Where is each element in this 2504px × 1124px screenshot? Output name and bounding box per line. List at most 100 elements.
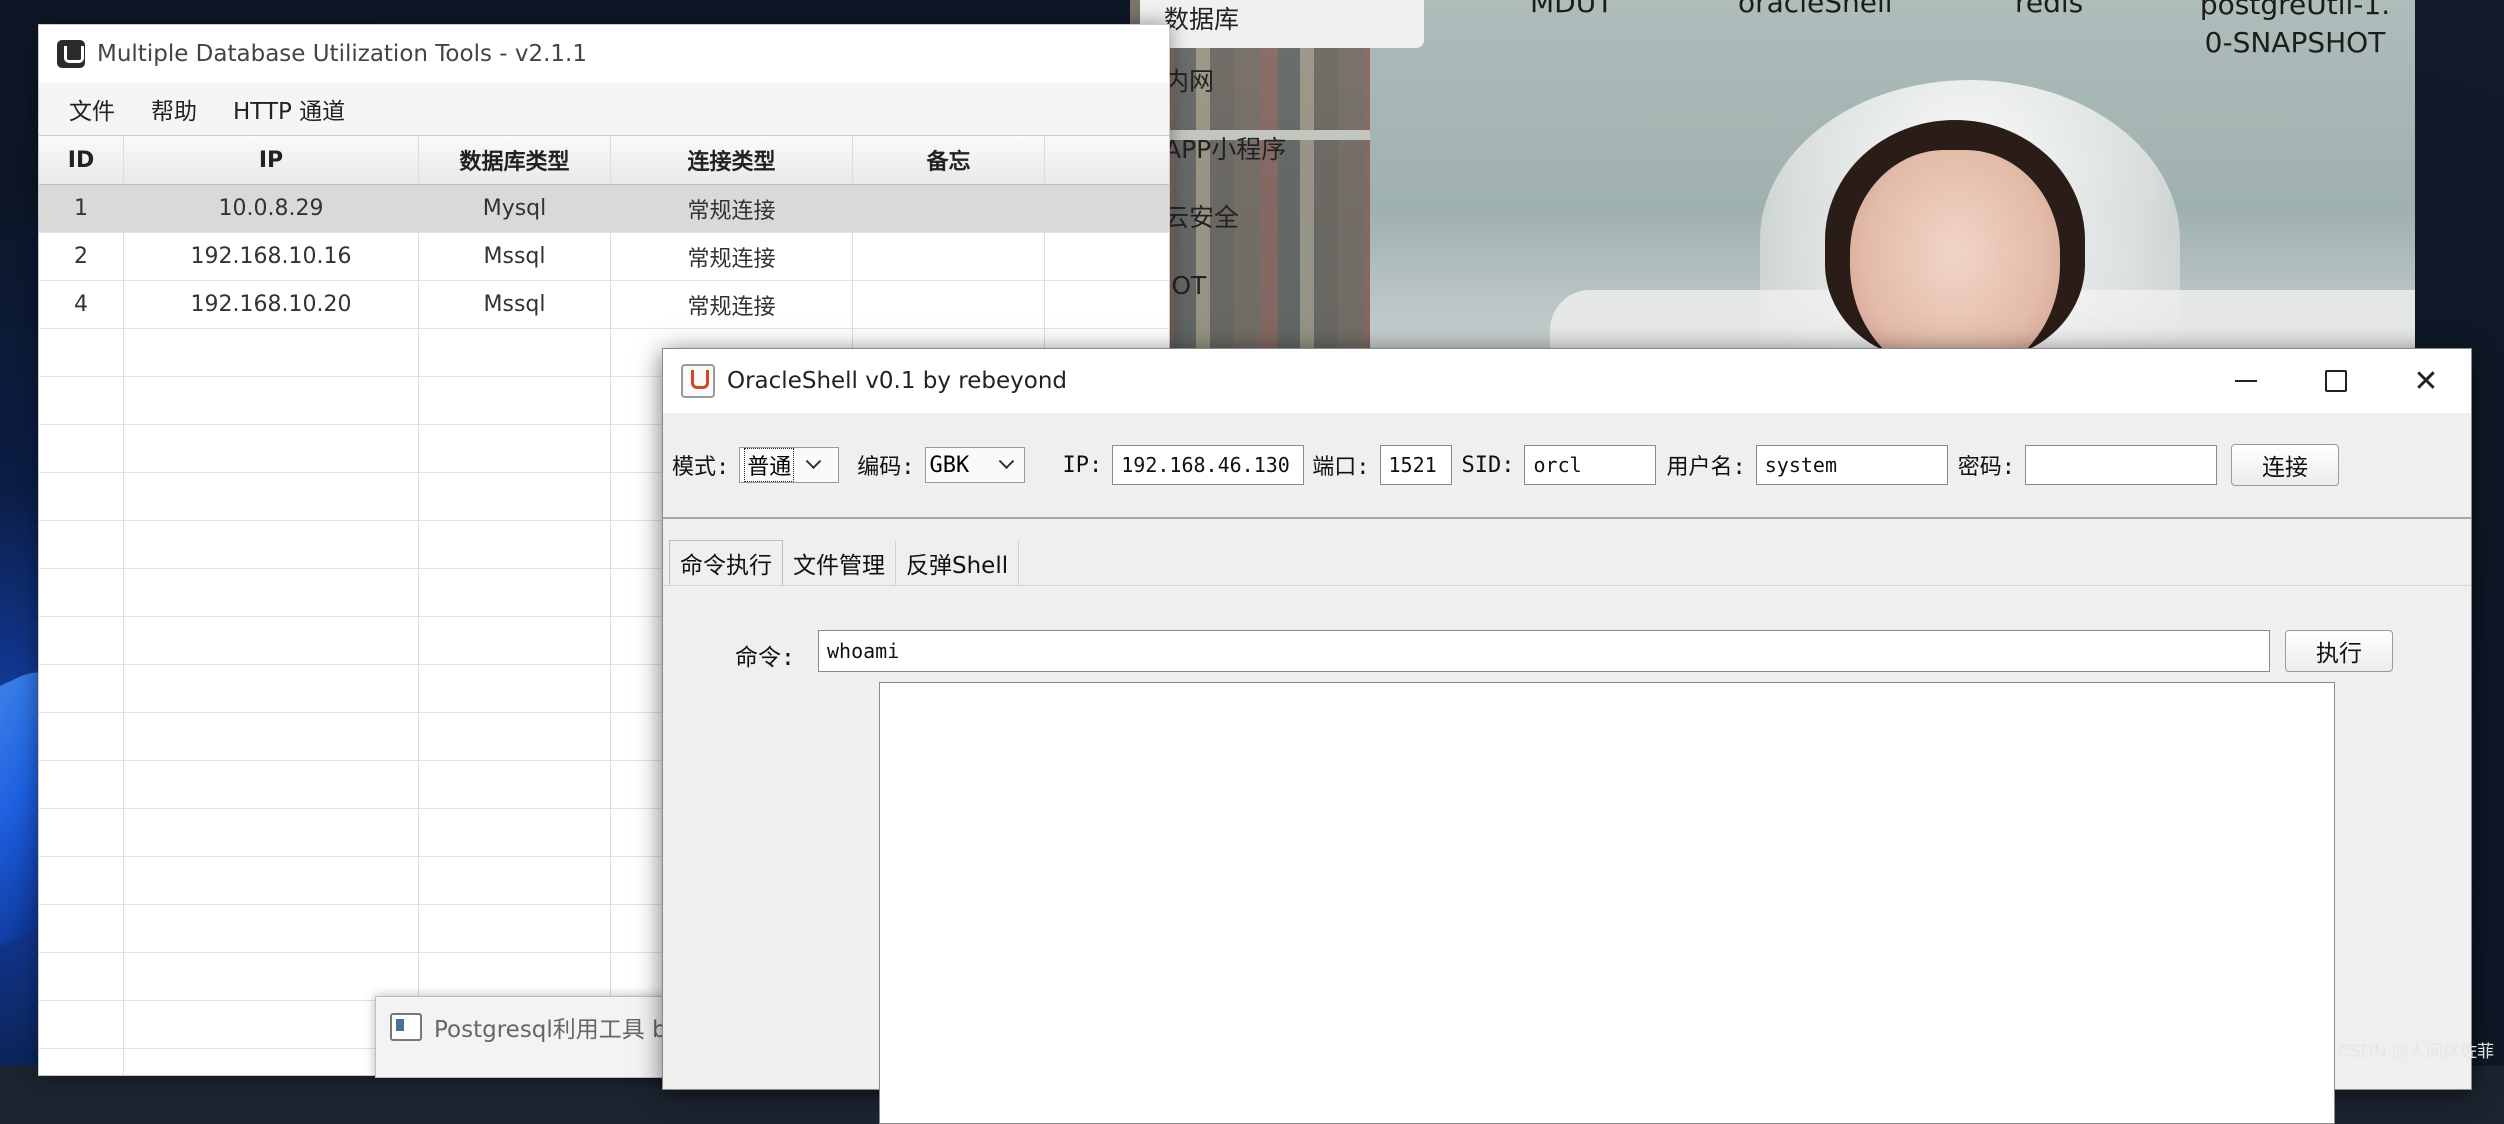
col-header-conn-type[interactable]: 连接类型	[611, 136, 853, 184]
cell-empty	[419, 713, 611, 760]
table-row[interactable]: 4 192.168.10.20 Mssql 常规连接	[39, 281, 1169, 329]
password-input[interactable]	[2024, 445, 2217, 485]
postgresql-title-text: Postgresql利用工具 b	[434, 1017, 667, 1043]
bg-snapshot-line-2: 0-SNAPSHOT	[2204, 26, 2386, 59]
mdut-app-icon	[57, 40, 85, 68]
mode-select-value: 普通	[744, 448, 795, 482]
cell-empty	[419, 905, 611, 952]
cell-empty	[124, 617, 419, 664]
bg-snapshot-label: postgreUtil-1. 0-SNAPSHOT	[2180, 0, 2410, 62]
oracleshell-title-bar[interactable]: OracleShell v0.1 by rebeyond ✕	[663, 349, 2471, 413]
col-header-db-type[interactable]: 数据库类型	[419, 136, 611, 184]
col-header-note[interactable]: 备忘	[853, 136, 1045, 184]
minimize-icon[interactable]	[2201, 349, 2291, 413]
cell-empty	[419, 521, 611, 568]
cell-empty	[39, 665, 124, 712]
cell-empty	[419, 377, 611, 424]
cell-ip: 10.0.8.29	[124, 185, 419, 232]
ip-input[interactable]	[1112, 445, 1305, 485]
cell-empty	[419, 473, 611, 520]
cell-empty	[124, 953, 419, 1000]
cell-ip: 192.168.10.16	[124, 233, 419, 280]
csdn-watermark: CSDN @人间体佐菲	[2338, 1042, 2494, 1062]
encoding-label: 编码:	[857, 455, 915, 480]
col-header-filler	[1045, 136, 1169, 184]
cell-id: 1	[39, 185, 124, 232]
cell-empty	[39, 521, 124, 568]
close-icon[interactable]: ✕	[2381, 349, 2471, 413]
window-controls: ✕	[2201, 349, 2471, 413]
ip-label: IP:	[1062, 452, 1103, 478]
cell-empty	[419, 761, 611, 808]
tab-reverse-shell[interactable]: 反弹Shell	[896, 541, 1020, 585]
cell-empty	[419, 569, 611, 616]
cell-id: 2	[39, 233, 124, 280]
cell-empty	[419, 617, 611, 664]
bg-snapshot-line-1: postgreUtil-1.	[2199, 0, 2391, 21]
cell-empty	[419, 857, 611, 904]
cell-empty	[39, 713, 124, 760]
cell-empty	[419, 665, 611, 712]
menu-http-tunnel[interactable]: HTTP 通道	[215, 92, 363, 126]
connect-button[interactable]: 连接	[2230, 444, 2339, 486]
cell-empty	[39, 905, 124, 952]
cell-note	[853, 185, 1045, 232]
bg-menu-item-intranet[interactable]: 内网	[1140, 48, 1440, 116]
oracleshell-title-text: OracleShell v0.1 by rebeyond	[727, 368, 1067, 394]
cell-empty	[39, 857, 124, 904]
oracleshell-window: OracleShell v0.1 by rebeyond ✕ 模式: 普通 编码…	[662, 348, 2472, 1124]
menu-help[interactable]: 帮助	[133, 92, 215, 126]
chevron-down-icon	[802, 454, 824, 476]
cell-empty	[124, 857, 419, 904]
cell-empty	[39, 761, 124, 808]
encoding-select-value: GBK	[929, 452, 970, 478]
cell-empty	[39, 473, 124, 520]
mode-label: 模式:	[672, 455, 730, 480]
cell-filler	[1045, 233, 1169, 280]
execute-button[interactable]: 执行	[2285, 630, 2393, 672]
mdut-title-bar[interactable]: Multiple Database Utilization Tools - v2…	[39, 25, 1169, 83]
command-label: 命令:	[735, 645, 795, 671]
cell-conn-type: 常规连接	[611, 185, 853, 232]
cell-empty	[124, 473, 419, 520]
port-input[interactable]	[1379, 445, 1452, 485]
sid-input[interactable]	[1524, 445, 1657, 485]
username-input[interactable]	[1755, 445, 1948, 485]
cell-empty	[39, 329, 124, 376]
bg-column-redis: redis	[2015, 0, 2084, 19]
cell-empty	[419, 953, 611, 1000]
col-header-ip[interactable]: IP	[124, 136, 419, 184]
cell-empty	[39, 1049, 124, 1075]
bg-menu-item-database[interactable]: 数据库	[1140, 0, 1424, 48]
command-output-area[interactable]	[879, 682, 2335, 1124]
table-row[interactable]: 1 10.0.8.29 Mysql 常规连接	[39, 185, 1169, 233]
cell-empty	[124, 569, 419, 616]
bg-menu-item-iot[interactable]: IOT	[1140, 252, 1440, 320]
col-header-id[interactable]: ID	[39, 136, 124, 184]
java-cup-icon	[681, 364, 715, 398]
maximize-icon[interactable]	[2291, 349, 2381, 413]
menu-file[interactable]: 文件	[51, 92, 133, 126]
mdut-menu-bar: 文件 帮助 HTTP 通道	[39, 83, 1169, 135]
cell-empty	[39, 377, 124, 424]
cell-empty	[419, 329, 611, 376]
command-input[interactable]	[818, 630, 2270, 672]
cell-conn-type: 常规连接	[611, 233, 853, 280]
bg-menu-item-cloud[interactable]: 云安全	[1140, 184, 1440, 252]
mode-select[interactable]: 普通	[739, 447, 840, 483]
cell-empty	[124, 377, 419, 424]
encoding-select[interactable]: GBK	[924, 447, 1025, 483]
tab-bar: 命令执行 文件管理 反弹Shell	[663, 519, 2471, 586]
command-panel: 命令: 执行	[663, 586, 2471, 1124]
chevron-down-icon	[996, 454, 1018, 476]
cell-empty	[124, 809, 419, 856]
cell-filler	[1045, 281, 1169, 328]
tab-command-exec[interactable]: 命令执行	[669, 540, 783, 585]
cell-note	[853, 233, 1045, 280]
bg-menu-item-app[interactable]: APP小程序	[1140, 116, 1440, 184]
cell-ip: 192.168.10.20	[124, 281, 419, 328]
tab-file-manager[interactable]: 文件管理	[783, 541, 896, 585]
cell-conn-type: 常规连接	[611, 281, 853, 328]
cell-empty	[39, 953, 124, 1000]
table-row[interactable]: 2 192.168.10.16 Mssql 常规连接	[39, 233, 1169, 281]
